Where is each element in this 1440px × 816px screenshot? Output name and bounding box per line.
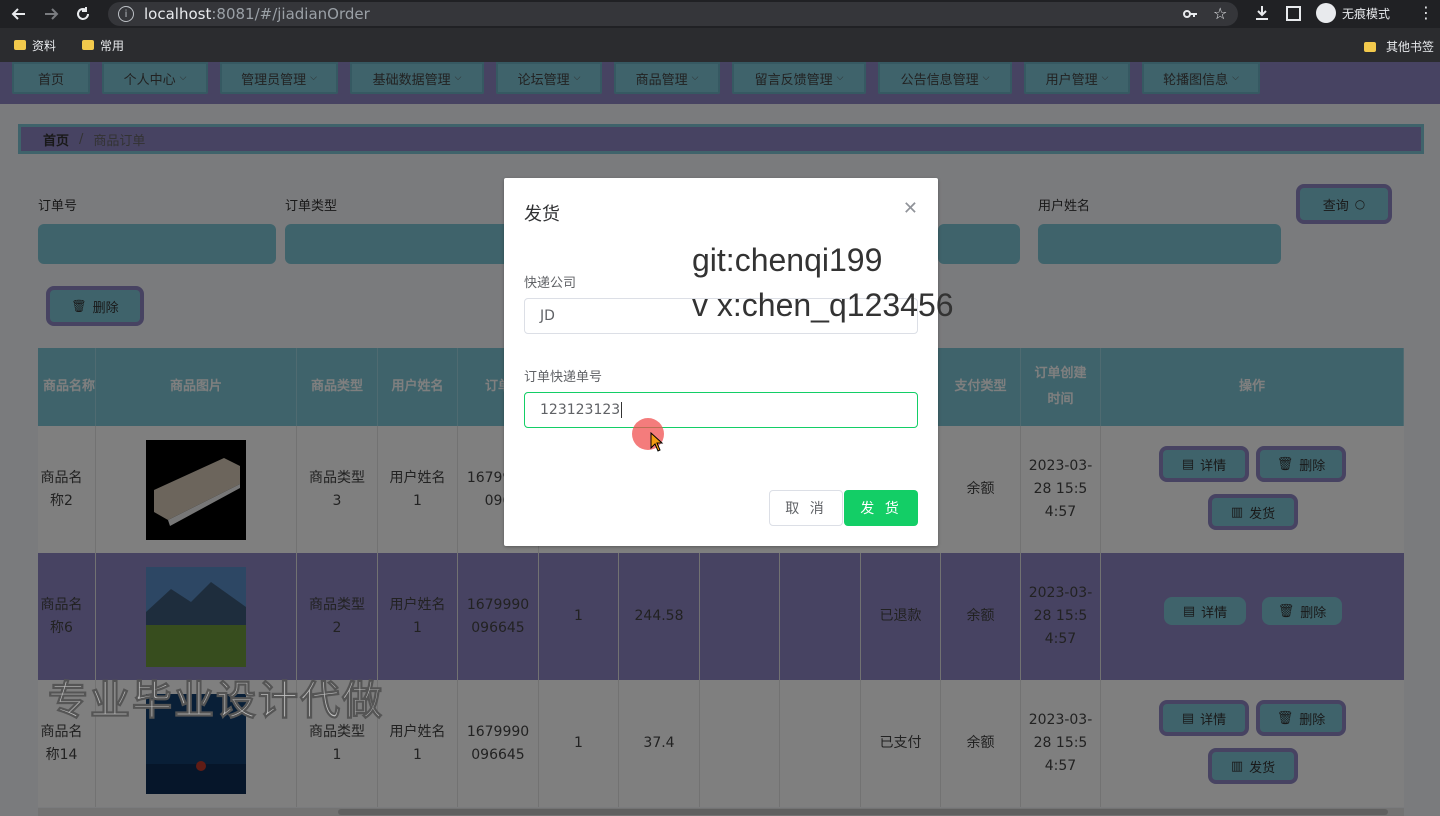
folder-icon	[82, 40, 95, 50]
courier-label: 快递公司	[524, 276, 577, 291]
bookmarks-bar: 资料 常用 其他书签	[0, 28, 1440, 62]
incognito-label: 无痕模式	[1342, 6, 1391, 21]
watermark-text: 专业毕业设计代做	[48, 678, 384, 725]
url-host: localhost	[144, 5, 212, 23]
close-icon[interactable]: ✕	[903, 198, 918, 219]
more-icon[interactable]: ⋮	[1418, 3, 1434, 22]
confirm-ship-button[interactable]: 发 货	[844, 490, 918, 526]
dialog-title: 发货	[524, 204, 560, 225]
tracking-number-input[interactable]: 123123123	[524, 392, 918, 428]
site-info-icon[interactable]: i	[118, 6, 134, 22]
incognito-indicator[interactable]: 无痕模式	[1316, 3, 1390, 23]
back-icon[interactable]	[8, 3, 30, 25]
address-bar[interactable]: i localhost:8081/#/jiadianOrder	[108, 2, 1238, 26]
forward-icon[interactable]	[40, 3, 62, 25]
mouse-cursor-icon	[650, 432, 664, 452]
sidepanel-icon[interactable]	[1286, 6, 1301, 21]
tracking-label: 订单快递单号	[524, 370, 603, 385]
star-icon[interactable]: ☆	[1213, 4, 1227, 23]
cancel-button[interactable]: 取 消	[769, 490, 843, 526]
text-caret	[621, 402, 623, 418]
reload-icon[interactable]	[72, 3, 94, 25]
folder-icon	[1363, 41, 1376, 52]
download-icon[interactable]	[1254, 5, 1270, 25]
ship-dialog: 发货 ✕ 快递公司 JD 订单快递单号 123123123 取 消 发 货	[504, 178, 938, 546]
overlay-git-text: git:chenqi199	[692, 242, 883, 278]
overlay-wechat-text: v x:chen_q123456	[692, 287, 954, 323]
incognito-icon	[1316, 3, 1336, 23]
bookmark-folder[interactable]: 常用	[82, 37, 124, 54]
url-path: :8081/#/jiadianOrder	[211, 5, 370, 23]
other-bookmarks[interactable]: 其他书签	[1363, 38, 1434, 55]
folder-icon	[14, 40, 26, 50]
key-icon[interactable]	[1182, 6, 1198, 26]
bookmark-folder[interactable]: 资料	[14, 37, 56, 54]
browser-toolbar: i localhost:8081/#/jiadianOrder ☆ 无痕模式 ⋮	[0, 0, 1440, 28]
